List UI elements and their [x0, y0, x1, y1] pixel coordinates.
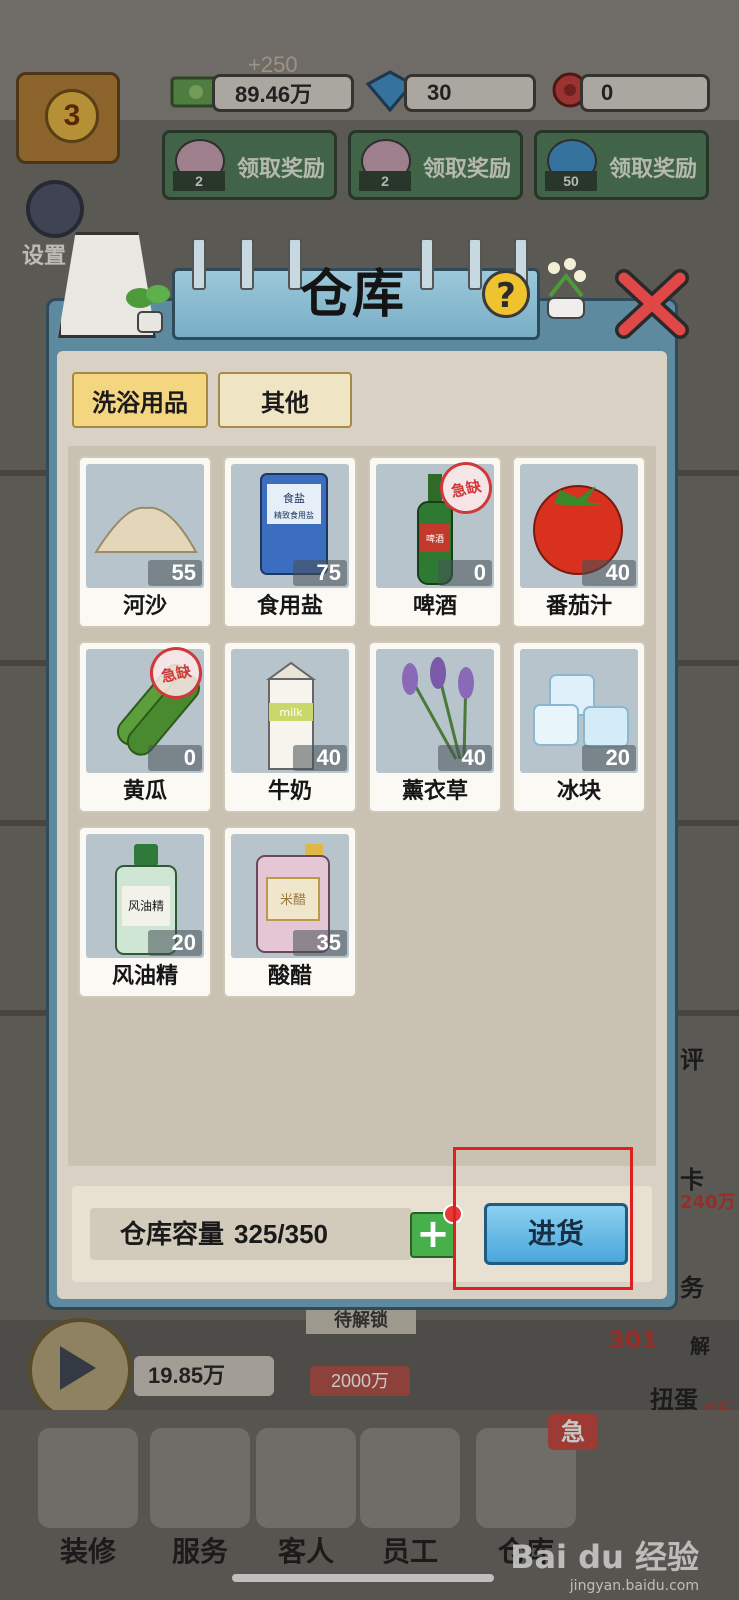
- item-count: 40: [293, 745, 347, 771]
- item-count: 40: [582, 560, 636, 586]
- hook: [468, 238, 482, 290]
- item-name: 酸醋: [267, 964, 312, 989]
- hook: [420, 238, 434, 290]
- item-card-sand[interactable]: 55 河沙: [78, 456, 212, 628]
- item-name: 薰衣草: [401, 779, 468, 804]
- item-count: 55: [148, 560, 202, 586]
- item-name: 黄瓜: [122, 779, 167, 804]
- ointment-label-text: 风油精: [128, 899, 164, 913]
- milk-label-text: milk: [279, 706, 303, 719]
- item-count: 20: [148, 930, 202, 956]
- highlight-annotation: [453, 1147, 633, 1290]
- help-button[interactable]: ?: [482, 270, 530, 318]
- tab-toiletries[interactable]: 洗浴用品: [72, 372, 208, 428]
- item-card-ointment[interactable]: 风油精 20 风油精: [78, 826, 212, 998]
- item-count: 75: [293, 560, 347, 586]
- salt-pack-text: 食盐: [283, 491, 305, 505]
- hook: [240, 238, 254, 290]
- item-name: 河沙: [122, 594, 167, 619]
- item-card-salt[interactable]: 食盐 精致食用盐 75 食用盐: [223, 456, 357, 628]
- capacity-value: 325/350: [234, 1219, 328, 1249]
- vinegar-label-text: 米醋: [280, 892, 306, 908]
- item-name: 冰块: [556, 779, 601, 804]
- item-card-cucumber[interactable]: 急缺 0 黄瓜: [78, 641, 212, 813]
- item-card-tomato-juice[interactable]: 40 番茄汁: [512, 456, 646, 628]
- item-card-vinegar[interactable]: 米醋 35 酸醋: [223, 826, 357, 998]
- salt-pack-sub: 精致食用盐: [274, 510, 314, 520]
- item-card-lavender[interactable]: 40 薰衣草: [368, 641, 502, 813]
- hook: [192, 238, 206, 290]
- item-count: 35: [293, 930, 347, 956]
- item-name: 番茄汁: [545, 594, 612, 619]
- item-card-ice[interactable]: 20 冰块: [512, 641, 646, 813]
- capacity-label: 仓库容量: [120, 1220, 225, 1250]
- item-count: 40: [438, 745, 492, 771]
- item-count: 20: [582, 745, 636, 771]
- potted-plant-icon: [126, 285, 170, 333]
- item-card-milk[interactable]: milk 40 牛奶: [223, 641, 357, 813]
- item-name: 风油精: [111, 964, 178, 989]
- flower-pot-icon: [547, 258, 586, 319]
- tab-other[interactable]: 其他: [218, 372, 352, 428]
- item-card-beer[interactable]: 啤酒 急缺 0 啤酒: [368, 456, 502, 628]
- item-name: 牛奶: [267, 779, 312, 804]
- item-count: 0: [438, 560, 492, 586]
- close-icon[interactable]: [614, 268, 690, 340]
- panel-title: 仓库: [299, 264, 404, 325]
- capacity-display: 仓库容量 325/350: [90, 1208, 412, 1260]
- item-name: 食用盐: [256, 594, 323, 619]
- item-count: 0: [148, 745, 202, 771]
- item-name: 啤酒: [412, 594, 457, 619]
- beer-label-text: 啤酒: [426, 533, 444, 545]
